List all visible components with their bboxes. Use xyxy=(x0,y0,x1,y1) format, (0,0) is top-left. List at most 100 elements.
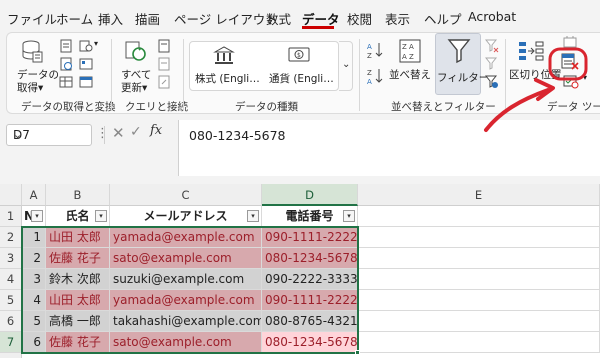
row-header-3[interactable]: 3 xyxy=(0,248,22,269)
sort-label: 並べ替え xyxy=(389,69,431,81)
cell-email[interactable]: suzuki@example.com xyxy=(110,269,262,290)
clear-filter-icon[interactable] xyxy=(485,39,499,53)
cell-email[interactable]: takahashi@example.com xyxy=(110,311,262,332)
tab-home[interactable]: ホーム xyxy=(56,9,93,28)
column-header-d[interactable]: D xyxy=(262,184,358,206)
cell-name[interactable]: 佐藤 花子 xyxy=(46,248,110,269)
database-icon xyxy=(22,40,43,63)
row-header-1[interactable]: 1 xyxy=(0,206,22,227)
stocks-data-type-button[interactable]: 株式 (Engli… xyxy=(193,43,263,89)
fill-handle[interactable] xyxy=(355,350,360,355)
column-header-e[interactable]: E xyxy=(358,184,600,206)
tab-review[interactable]: 校閲 xyxy=(347,9,372,28)
row-header-5[interactable]: 5 xyxy=(0,290,22,311)
filter-button[interactable]: フィルター xyxy=(435,33,489,95)
cell-name[interactable]: 山田 太郎 xyxy=(46,290,110,311)
more-options-icon[interactable]: ⋮ xyxy=(96,126,109,141)
data-validation-icon[interactable] xyxy=(563,75,579,89)
empty-cell[interactable] xyxy=(358,269,600,290)
formula-input[interactable]: 080-1234-5678 xyxy=(178,120,600,176)
header-cell-no[interactable]: N ▾ xyxy=(22,206,46,227)
header-cell-email[interactable]: メールアドレス ▾ xyxy=(110,206,262,227)
empty-cell[interactable] xyxy=(358,311,600,332)
header-cell-name[interactable]: 氏名 ▾ xyxy=(46,206,110,227)
cell-email[interactable]: sato@example.com xyxy=(110,332,262,353)
select-all-corner[interactable] xyxy=(0,184,22,206)
empty-cell[interactable] xyxy=(358,206,600,227)
queries-connections-icon[interactable] xyxy=(157,39,171,53)
worksheet-grid[interactable]: A B C D E 1 2 3 4 5 6 7 8 N▾ 氏名 ▾ メールアドレス… xyxy=(0,184,600,358)
cell-no[interactable]: 5 xyxy=(22,311,46,332)
insert-function-icon[interactable]: fx xyxy=(150,123,162,138)
active-cell-d7[interactable]: 080-1234-5678 xyxy=(262,332,358,353)
cell-no[interactable]: 6 xyxy=(22,332,46,353)
cell-name[interactable]: 佐藤 花子 xyxy=(46,332,110,353)
text-to-columns-button[interactable]: 区切り位置 xyxy=(509,37,562,93)
empty-cell[interactable] xyxy=(358,332,600,353)
sort-button[interactable]: Z A A Z 並べ替え xyxy=(387,37,431,93)
row-header-2[interactable]: 2 xyxy=(0,227,22,248)
filter-dropdown-icon[interactable]: ▾ xyxy=(343,210,355,222)
cell-phone[interactable]: 080-8765-4321 xyxy=(262,311,358,332)
reapply-filter-icon[interactable] xyxy=(485,57,499,71)
sort-ascending-icon[interactable]: AZ xyxy=(367,41,383,59)
cell-phone[interactable]: 080-1234-5678 xyxy=(262,248,358,269)
column-header-c[interactable]: C xyxy=(110,184,262,206)
data-types-more-button[interactable]: ⌄ xyxy=(339,41,353,91)
row-header-7[interactable]: 7 xyxy=(0,332,22,353)
column-header-b[interactable]: B xyxy=(46,184,110,206)
cell-no[interactable]: 3 xyxy=(22,269,46,290)
enter-icon[interactable]: ✓ xyxy=(130,124,142,140)
advanced-filter-icon[interactable] xyxy=(485,75,499,89)
get-data-button[interactable]: データの 取得▾ xyxy=(13,37,59,94)
currencies-data-type-button[interactable]: $ 通貨 (Engli… xyxy=(267,43,337,89)
cell-name[interactable]: 高橋 一郎 xyxy=(46,311,110,332)
from-text-icon[interactable] xyxy=(59,39,73,53)
tab-insert[interactable]: 挿入 xyxy=(98,9,123,28)
data-validation-dropdown-icon[interactable]: ▾ xyxy=(583,73,587,82)
cell-phone[interactable]: 090-1111-2222 xyxy=(262,227,358,248)
empty-cell[interactable] xyxy=(358,290,600,311)
row-header-6[interactable]: 6 xyxy=(0,311,22,332)
cell-no[interactable]: 4 xyxy=(22,290,46,311)
tab-page-layout[interactable]: ページ レイアウト xyxy=(174,9,278,28)
cell-email[interactable]: yamada@example.com xyxy=(110,227,262,248)
sort-descending-icon[interactable]: ZA xyxy=(367,67,383,85)
tab-draw[interactable]: 描画 xyxy=(135,9,160,28)
flash-fill-icon[interactable] xyxy=(563,35,577,49)
properties-icon[interactable] xyxy=(157,57,171,71)
cell-email[interactable]: sato@example.com xyxy=(110,248,262,269)
row-header-8[interactable]: 8 xyxy=(0,353,22,358)
cell-no[interactable]: 2 xyxy=(22,248,46,269)
filter-dropdown-icon[interactable]: ▾ xyxy=(31,210,43,222)
empty-cell[interactable] xyxy=(358,248,600,269)
cell-name[interactable]: 山田 太郎 xyxy=(46,227,110,248)
remove-duplicates-button[interactable] xyxy=(561,53,579,71)
tab-acrobat[interactable]: Acrobat xyxy=(468,9,516,24)
filter-dropdown-icon[interactable]: ▾ xyxy=(247,210,259,222)
empty-cell[interactable] xyxy=(358,227,600,248)
cell-phone[interactable]: 090-2222-3333 xyxy=(262,269,358,290)
cell-phone[interactable]: 090-1111-2222 xyxy=(262,290,358,311)
row-header-4[interactable]: 4 xyxy=(0,269,22,290)
filter-dropdown-icon[interactable]: ▾ xyxy=(95,210,107,222)
recent-sources-icon[interactable] xyxy=(79,39,93,53)
tab-file[interactable]: ファイル xyxy=(7,9,57,28)
existing-connections-icon[interactable] xyxy=(79,57,93,71)
cell-email[interactable]: yamada@example.com xyxy=(110,290,262,311)
cancel-icon[interactable]: ✕ xyxy=(112,124,125,142)
recent-sources-dropdown-icon[interactable]: ▾ xyxy=(94,39,98,48)
query-table-icon[interactable] xyxy=(79,75,93,89)
column-header-a[interactable]: A xyxy=(22,184,46,206)
header-cell-phone[interactable]: 電話番号 ▾ xyxy=(262,206,358,227)
from-web-icon[interactable] xyxy=(59,57,73,71)
edit-links-icon[interactable] xyxy=(157,75,171,89)
tab-help[interactable]: ヘルプ xyxy=(424,9,462,28)
refresh-all-button[interactable]: すべて 更新▾ xyxy=(117,37,157,94)
from-table-icon[interactable] xyxy=(59,75,73,89)
tab-formulas[interactable]: 数式 xyxy=(266,9,291,28)
cell-name[interactable]: 鈴木 次郎 xyxy=(46,269,110,290)
tab-view[interactable]: 表示 xyxy=(385,9,410,28)
cell-no[interactable]: 1 xyxy=(22,227,46,248)
name-box[interactable]: D7 ⌄ xyxy=(6,124,92,146)
